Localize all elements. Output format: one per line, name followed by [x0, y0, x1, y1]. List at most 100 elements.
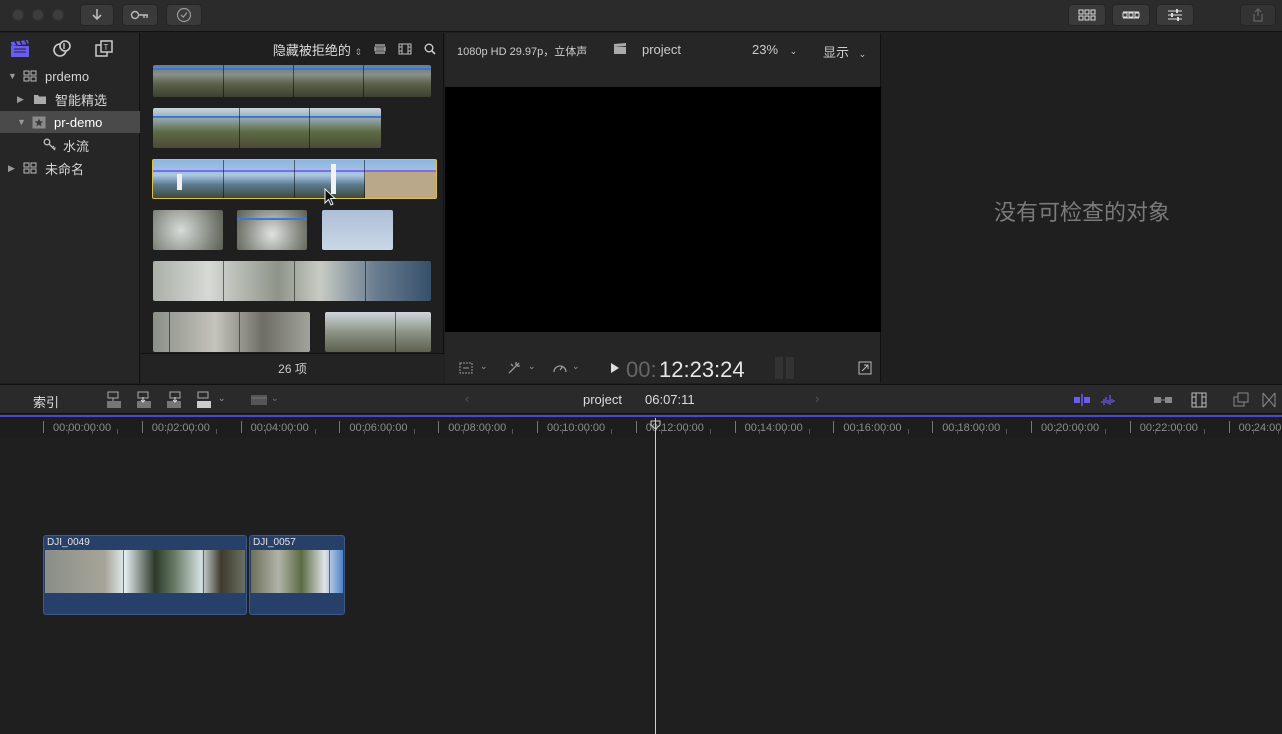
keywords-button[interactable]: [122, 4, 158, 26]
library-item-label: prdemo: [45, 68, 90, 84]
clip-name: DJI_0057: [253, 537, 296, 548]
show-inspector-button[interactable]: [1156, 4, 1194, 26]
import-button[interactable]: [80, 4, 114, 26]
connect-clip-icon[interactable]: [106, 391, 122, 409]
item-count: 26 项: [278, 362, 307, 376]
browser-clip-thumbnail[interactable]: [153, 65, 431, 97]
ruler-major-tick: [833, 421, 835, 433]
ruler-minor-tick: [1278, 429, 1279, 434]
chevron-down-icon[interactable]: ⌄: [572, 361, 580, 372]
background-tasks-button[interactable]: [166, 4, 202, 26]
library-item-prdemo[interactable]: ▼ prdemo: [0, 65, 140, 87]
ruler-minor-tick: [290, 429, 291, 434]
transform-icon[interactable]: [459, 361, 475, 375]
filter-popup[interactable]: 隐藏被拒绝的 ⇕: [273, 40, 362, 59]
ruler-minor-tick: [561, 429, 563, 434]
effects-browser-icon[interactable]: [1262, 392, 1276, 408]
clip-appearance-timeline-icon[interactable]: [1233, 392, 1249, 408]
playhead-handle-icon[interactable]: [650, 420, 661, 430]
disclosure-collapsed-icon[interactable]: ▶: [8, 163, 18, 174]
speed-gauge-icon[interactable]: [552, 361, 568, 375]
disclosure-expanded-icon[interactable]: ▼: [8, 71, 18, 81]
ruler-minor-tick: [388, 429, 390, 434]
library-item-smart-collections[interactable]: ▶ 智能精选: [0, 88, 140, 110]
viewer-canvas[interactable]: [445, 87, 881, 332]
clip-appearance-icon[interactable]: [398, 43, 412, 55]
show-timeline-button[interactable]: [1112, 4, 1150, 26]
ruler-major-tick: [1228, 421, 1230, 433]
snapping-icon[interactable]: [1191, 392, 1207, 408]
browser-clip-thumbnail[interactable]: [325, 312, 431, 352]
zoom-popup[interactable]: 23% ⌄: [752, 42, 797, 57]
solo-icon[interactable]: [1153, 393, 1173, 407]
ruler-major-tick: [438, 421, 440, 433]
timeline-clip[interactable]: DJI_0057: [249, 535, 345, 615]
forward-arrow-icon[interactable]: ›: [815, 391, 819, 406]
timeline-area[interactable]: DJI_0049 DJI_0057: [0, 437, 1282, 734]
chevron-down-icon[interactable]: ⌄: [218, 393, 226, 404]
library-item-pr-demo[interactable]: ▼ pr-demo: [0, 111, 140, 133]
ruler-tick-label: 00:04:00:00: [250, 422, 309, 434]
ruler-minor-tick: [1080, 429, 1082, 434]
fullscreen-icon[interactable]: [858, 361, 872, 375]
search-icon[interactable]: [424, 43, 436, 55]
browser-clip-thumbnail-selected[interactable]: [152, 159, 437, 199]
ruler-major-tick: [537, 421, 538, 433]
display-label: 显示: [823, 45, 850, 60]
audio-skimming-icon[interactable]: [1100, 392, 1118, 408]
browser-clip-thumbnail[interactable]: [153, 312, 310, 352]
timeline-project-name: project: [583, 392, 623, 407]
zoom-value: 23%: [752, 42, 779, 57]
minimize-window-button[interactable]: [32, 9, 44, 21]
libraries-clapper-icon[interactable]: [10, 40, 30, 58]
disclosure-collapsed-icon[interactable]: ▶: [17, 94, 27, 105]
list-view-icon[interactable]: [374, 44, 386, 54]
library-item-keyword-water[interactable]: 水流: [0, 134, 140, 156]
browser-clip-thumbnail[interactable]: [237, 210, 307, 250]
chevron-down-icon[interactable]: ⌄: [271, 393, 279, 404]
chevron-down-icon[interactable]: ⌄: [480, 361, 488, 372]
append-clip-icon[interactable]: [166, 391, 182, 409]
playhead[interactable]: [655, 418, 656, 734]
insert-clip-icon[interactable]: [136, 391, 152, 409]
folder-icon: [34, 95, 46, 104]
browser-clip-thumbnail[interactable]: [322, 210, 393, 250]
timeline-index-button[interactable]: 索引: [33, 392, 59, 411]
timeline-clip[interactable]: DJI_0049: [43, 535, 247, 615]
browser-clip-thumbnail[interactable]: [153, 108, 381, 148]
ruler-major-tick: [1129, 421, 1131, 433]
skimming-icon[interactable]: [1073, 393, 1091, 407]
close-window-button[interactable]: [12, 9, 24, 21]
audio-meter-right: [786, 357, 794, 379]
ruler-minor-tick: [364, 429, 366, 434]
chevron-down-icon[interactable]: ⌄: [528, 361, 536, 372]
show-browser-button[interactable]: [1068, 4, 1106, 26]
ruler-minor-tick: [487, 429, 489, 434]
timeline-ruler[interactable]: 00:00:00:00 00:02:00:00 00:04:00:00 00:06:0…: [0, 415, 1282, 437]
titles-generators-icon[interactable]: T: [94, 40, 114, 58]
overwrite-clip-icon[interactable]: [196, 391, 212, 409]
share-button[interactable]: [1240, 4, 1276, 26]
filmstrip-icon: [1122, 11, 1140, 19]
share-icon: [1253, 8, 1263, 22]
ruler-tick-label: 00:22:00:00: [1139, 422, 1198, 434]
ruler-minor-tick: [191, 429, 193, 434]
ruler-minor-tick: [215, 429, 217, 434]
browser-clip-thumbnail[interactable]: [153, 210, 223, 250]
sliders-icon: [1168, 9, 1182, 21]
ruler-minor-tick: [1179, 429, 1181, 434]
select-tool-icon[interactable]: [250, 393, 268, 407]
download-icon: [92, 9, 102, 21]
timecode-display[interactable]: 12:23:24: [659, 357, 745, 383]
ruler-tick-label: 00:20:00:00: [1041, 422, 1100, 434]
display-popup[interactable]: 显示 ⌄: [823, 42, 866, 61]
ruler-major-tick: [932, 421, 934, 433]
zoom-window-button[interactable]: [52, 9, 64, 21]
back-arrow-icon[interactable]: ‹: [465, 391, 469, 406]
browser-clip-thumbnail[interactable]: [153, 261, 431, 301]
library-item-untitled[interactable]: ▶ 未命名: [0, 157, 140, 179]
play-icon[interactable]: [610, 362, 620, 374]
photos-audio-icon[interactable]: [52, 40, 72, 58]
enhance-wand-icon[interactable]: [507, 361, 523, 375]
disclosure-expanded-icon[interactable]: ▼: [17, 117, 27, 127]
